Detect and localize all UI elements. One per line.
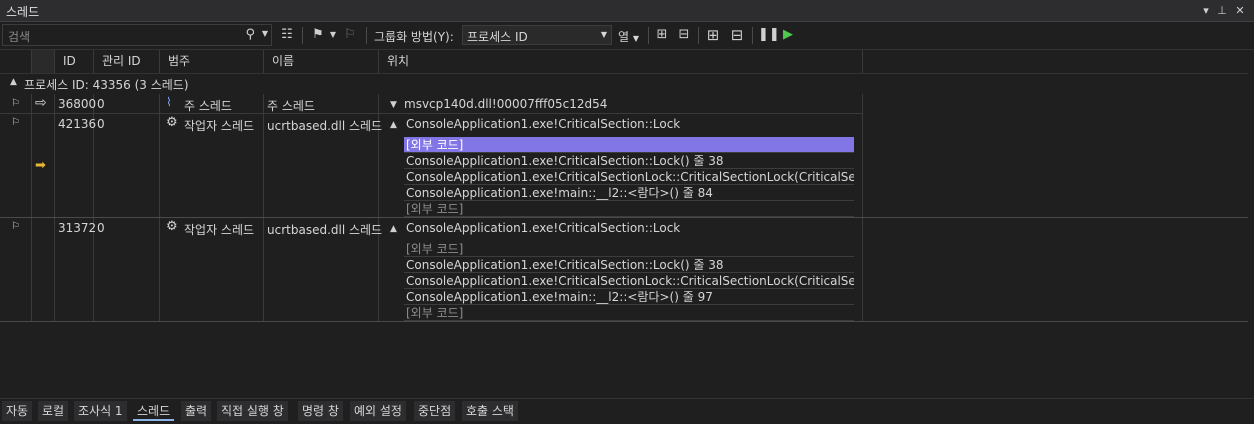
thread-name: ucrtbased.dll 스레드	[267, 223, 383, 237]
header-id[interactable]: ID	[55, 50, 94, 73]
tab-watch-1[interactable]: 조사식 1	[74, 401, 127, 421]
flag-icon[interactable]: ⚑	[310, 26, 326, 44]
header-current-column[interactable]	[32, 50, 55, 73]
thread-name: ucrtbased.dll 스레드	[267, 119, 383, 133]
call-stack-frame[interactable]: [외부 코드]	[404, 241, 854, 257]
thread-managed-id: 0	[97, 117, 105, 131]
header-category[interactable]: 범주	[160, 50, 264, 73]
current-thread-arrow-icon: ➡	[35, 158, 46, 173]
chevron-down-icon: ▼	[632, 34, 640, 43]
toolbar-separator	[752, 27, 753, 44]
thread-id: 36800	[58, 97, 97, 111]
collapse-groups-icon[interactable]: ⊟	[676, 26, 692, 44]
tab-output[interactable]: 출력	[181, 401, 212, 421]
chevron-down-icon: ▼	[600, 30, 607, 39]
call-stack-frame[interactable]: ConsoleApplication1.exe!CriticalSectionL…	[404, 169, 854, 185]
tab-locals[interactable]: 로컬	[38, 401, 69, 421]
tool-window-titlebar: 스레드 ▾ ⊥ ✕	[0, 0, 1254, 22]
unflag-icon[interactable]: ⚐	[342, 26, 358, 44]
search-options-dropdown-icon[interactable]: ▼	[262, 29, 268, 38]
tab-auto[interactable]: 자동	[2, 401, 33, 421]
thread-location: ConsoleApplication1.exe!CriticalSection:…	[406, 221, 681, 235]
tab-threads[interactable]: 스레드	[133, 401, 175, 421]
group-by-label: 그룹화 방법(Y):	[374, 30, 454, 44]
toolbar-separator	[698, 27, 699, 44]
gear-icon: ⚙	[166, 219, 178, 234]
thread-category: 작업자 스레드	[184, 119, 255, 133]
column-divider	[31, 94, 32, 322]
flag-icon[interactable]: ⚐	[11, 98, 20, 109]
thread-id: 42136	[58, 117, 97, 131]
call-stack-frame[interactable]: [외부 코드]	[404, 137, 854, 153]
group-by-select[interactable]: 프로세스 ID ▼	[462, 25, 612, 45]
thread-arrow-icon: ⇨	[35, 95, 47, 111]
collapse-callstacks-icon[interactable]: ⊟	[728, 26, 746, 44]
call-stack-frame[interactable]: [외부 코드]	[404, 201, 854, 217]
chevron-up-icon[interactable]: ▲	[390, 224, 397, 234]
thread-managed-id: 0	[97, 221, 105, 235]
group-by-value: 프로세스 ID	[467, 30, 528, 44]
process-group-label: 프로세스 ID: 43356 (3 스레드)	[24, 78, 189, 92]
tab-immediate-window[interactable]: 직접 실행 창	[217, 401, 288, 421]
tab-breakpoints[interactable]: 중단점	[414, 401, 456, 421]
call-stack-frame[interactable]: ConsoleApplication1.exe!CriticalSection:…	[404, 257, 854, 273]
row-divider	[0, 217, 1248, 218]
header-location[interactable]: 위치	[379, 50, 863, 73]
toolbar-separator	[366, 27, 367, 44]
thread-location: ConsoleApplication1.exe!CriticalSection:…	[406, 117, 681, 131]
main-thread-icon: ⌇	[166, 95, 172, 109]
row-divider	[0, 321, 1248, 322]
call-stack-frame[interactable]: ConsoleApplication1.exe!main::__l2::<람다>…	[404, 185, 854, 201]
header-flag-column[interactable]	[0, 50, 32, 73]
column-divider	[54, 94, 55, 322]
flag-icon[interactable]: ⚐	[11, 117, 20, 128]
columns-button[interactable]: 열 ▼	[618, 28, 639, 45]
flag-icon[interactable]: ⚐	[11, 221, 20, 232]
pin-icon[interactable]: ⊥	[1214, 3, 1230, 19]
call-stack-frame[interactable]: ConsoleApplication1.exe!CriticalSectionL…	[404, 273, 854, 289]
toolbar-separator	[648, 27, 649, 44]
chevron-up-icon[interactable]: ▲	[390, 120, 397, 130]
tab-command-window[interactable]: 명령 창	[298, 401, 343, 421]
chevron-down-icon[interactable]: ▼	[390, 100, 397, 110]
header-managed-id[interactable]: 관리 ID	[94, 50, 160, 73]
thread-managed-id: 0	[97, 97, 105, 111]
window-menu-dropdown-icon[interactable]: ▾	[1198, 3, 1214, 19]
search-placeholder: 검색	[8, 30, 31, 44]
gear-icon: ⚙	[166, 115, 178, 130]
threads-grid: ⚐ ⇨ 36800 0 ⌇ 주 스레드 주 스레드 ▼ msvcp140d.dl…	[0, 94, 1248, 322]
column-divider	[862, 94, 863, 322]
column-divider	[159, 94, 160, 322]
freeze-threads-icon[interactable]: ❚❚	[758, 26, 780, 44]
call-stack-frame[interactable]: ConsoleApplication1.exe!CriticalSection:…	[404, 153, 854, 169]
call-stack-frame[interactable]: [외부 코드]	[404, 305, 854, 321]
threads-toolbar: 검색 ⚲ ▼ ☷ ⚑ ▼ ⚐ 그룹화 방법(Y): 프로세스 ID ▼ 열 ▼ …	[0, 22, 1254, 50]
call-stack-frame[interactable]: ConsoleApplication1.exe!main::__l2::<람다>…	[404, 289, 854, 305]
thread-name: 주 스레드	[267, 99, 315, 113]
search-input[interactable]: 검색 ⚲ ▼	[2, 24, 272, 46]
expand-callstacks-icon[interactable]: ⊞	[704, 26, 722, 44]
thread-id: 31372	[58, 221, 97, 235]
threads-grid-header: ID 관리 ID 범주 이름 위치	[0, 50, 1248, 74]
tab-exception-settings[interactable]: 예외 설정	[350, 401, 406, 421]
columns-label: 열	[618, 30, 630, 44]
thread-category: 작업자 스레드	[184, 223, 255, 237]
toolbar-separator	[302, 27, 303, 44]
expand-groups-icon[interactable]: ⊞	[654, 26, 670, 44]
tab-call-stack[interactable]: 호출 스택	[462, 401, 518, 421]
close-icon[interactable]: ✕	[1232, 3, 1248, 19]
flag-dropdown-icon[interactable]: ▼	[328, 26, 338, 44]
window-title: 스레드	[6, 5, 40, 19]
row-divider	[0, 113, 863, 114]
process-group-row[interactable]: ▲ 프로세스 ID: 43356 (3 스레드)	[0, 74, 1248, 94]
chevron-up-icon[interactable]: ▲	[10, 77, 17, 87]
column-divider	[263, 94, 264, 322]
thaw-threads-icon[interactable]: ▶	[780, 26, 796, 44]
header-name[interactable]: 이름	[264, 50, 379, 73]
search-icon[interactable]: ⚲	[245, 27, 255, 42]
thread-category: 주 스레드	[184, 99, 232, 113]
thread-location: msvcp140d.dll!00007fff05c12d54	[404, 97, 608, 111]
search-call-stack-icon[interactable]: ☷	[278, 26, 296, 44]
bottom-tab-strip: 자동 로컬 조사식 1 스레드 출력 직접 실행 창 명령 창 예외 설정 중단…	[0, 398, 1254, 424]
